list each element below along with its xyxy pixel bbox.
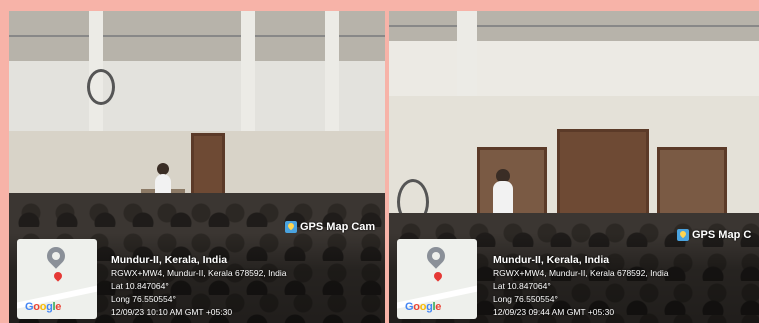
location-datetime: 12/09/23 10:10 AM GMT +05:30 — [111, 307, 233, 317]
gps-map-cam-icon — [285, 221, 297, 233]
location-long: Long 76.550554° — [111, 294, 176, 304]
upper-balcony — [389, 11, 759, 44]
ceiling-fan-icon — [87, 69, 115, 105]
location-pin-icon — [52, 270, 64, 282]
map-marker-icon — [43, 243, 69, 269]
location-lat: Lat 10.847064° — [111, 281, 169, 291]
photo-left: GPS Map Cam Google Mundur-II, Kerala, In… — [9, 11, 385, 323]
badge-label: GPS Map Cam — [300, 221, 376, 233]
location-lat: Lat 10.847064° — [493, 281, 551, 291]
door — [191, 133, 225, 201]
photo-right: GPS Map C Google Mundur-II, Kerala, Indi… — [389, 11, 759, 323]
gps-map-cam-badge: GPS Map C — [677, 229, 751, 241]
location-info: Mundur-II, Kerala, India RGWX+MW4, Mundu… — [493, 253, 669, 319]
badge-label: GPS Map C — [692, 229, 752, 241]
gps-map-cam-badge: GPS Map Cam — [285, 221, 375, 233]
door — [557, 129, 649, 225]
map-thumbnail: Google — [397, 239, 477, 319]
location-city: Mundur-II, Kerala, India — [493, 254, 610, 266]
location-datetime: 12/09/23 09:44 AM GMT +05:30 — [493, 307, 615, 317]
location-info: Mundur-II, Kerala, India RGWX+MW4, Mundu… — [111, 253, 287, 319]
google-logo: Google — [25, 301, 62, 313]
location-long: Long 76.550554° — [493, 294, 558, 304]
location-address: RGWX+MW4, Mundur-II, Kerala 678592, Indi… — [111, 268, 287, 278]
map-marker-icon — [423, 243, 449, 269]
location-pin-icon — [432, 270, 444, 282]
gps-map-cam-icon — [677, 229, 689, 241]
location-address: RGWX+MW4, Mundur-II, Kerala 678592, Indi… — [493, 268, 669, 278]
google-logo: Google — [405, 301, 442, 313]
ceiling — [389, 41, 759, 96]
map-thumbnail: Google — [17, 239, 97, 319]
window — [657, 147, 727, 223]
location-city: Mundur-II, Kerala, India — [111, 254, 228, 266]
